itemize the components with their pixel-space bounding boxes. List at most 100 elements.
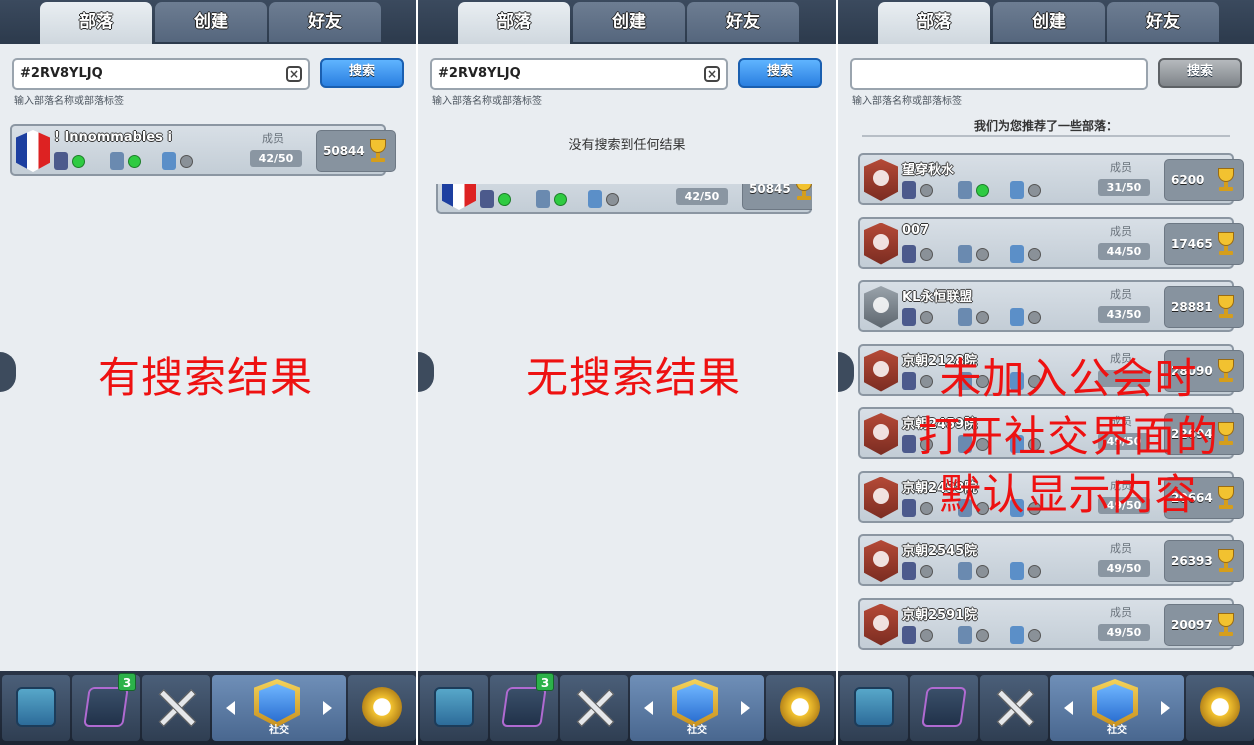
- clan-badge-icon: [864, 286, 898, 328]
- clan-name: ! Innommables i: [54, 130, 172, 145]
- bottom-nav: 3 社交: [0, 671, 416, 745]
- clan-badge-icon: [864, 349, 898, 392]
- clan-badge-icon: [16, 130, 50, 172]
- bottom-nav: 3 社交: [418, 671, 836, 745]
- side-handle[interactable]: [418, 352, 434, 392]
- trophy-count: 17465: [1171, 236, 1213, 251]
- clan-card[interactable]: 京朝2545院 成员 49/50 26393: [858, 534, 1244, 586]
- status-dot-icon: [976, 628, 989, 642]
- status-dot-icon: [976, 565, 989, 578]
- search-button[interactable]: 搜索: [738, 58, 822, 88]
- tab-friends[interactable]: 好友: [269, 2, 381, 42]
- clan-card[interactable]: KL永恒联盟 成员 43/50 28881: [858, 280, 1244, 332]
- search-input[interactable]: [850, 58, 1148, 90]
- side-handle[interactable]: [0, 352, 16, 392]
- nav-battle[interactable]: [980, 675, 1048, 741]
- members-label: 成员: [1110, 542, 1132, 555]
- arrow-right-icon[interactable]: [1161, 701, 1170, 715]
- war-icon: [902, 435, 916, 453]
- cards-icon: [958, 562, 972, 580]
- search-hint: 输入部落名称或部落标签: [14, 96, 124, 107]
- nav-cards[interactable]: 3: [490, 673, 558, 741]
- nav-social-label: 社交: [269, 725, 289, 736]
- nav-profile[interactable]: [1186, 675, 1254, 741]
- clear-icon[interactable]: ×: [286, 66, 302, 82]
- tab-tribe[interactable]: 部落: [458, 2, 570, 44]
- nav-social[interactable]: 社交: [1050, 675, 1184, 741]
- no-result-text: 没有搜索到任何结果: [568, 138, 686, 153]
- arrow-left-icon[interactable]: [1064, 701, 1073, 715]
- trophy-box: 50844: [316, 130, 396, 172]
- chest-icon: [854, 687, 894, 727]
- arrow-right-icon[interactable]: [323, 701, 332, 715]
- nav-social[interactable]: 社交: [212, 675, 346, 741]
- tab-create[interactable]: 创建: [573, 2, 685, 42]
- trophy-box: 6200: [1164, 159, 1244, 201]
- clear-icon[interactable]: ×: [704, 66, 720, 82]
- nav-battle[interactable]: [142, 675, 210, 741]
- nav-events[interactable]: [766, 675, 834, 741]
- clan-badge-icon: [864, 540, 898, 582]
- tab-tribe[interactable]: 部落: [878, 2, 990, 44]
- cards-icon: [958, 308, 972, 326]
- annotation-caption: 有搜索结果: [98, 353, 314, 402]
- side-handle[interactable]: [838, 352, 854, 392]
- nav-battle[interactable]: [560, 675, 628, 741]
- arrow-right-icon[interactable]: [741, 701, 750, 715]
- nav-cards[interactable]: 3: [72, 673, 140, 741]
- clan-card[interactable]: 望穿秋水 成员 31/50 6200: [858, 153, 1244, 205]
- members-count: 49/50: [1098, 623, 1150, 641]
- tab-create[interactable]: 创建: [155, 2, 267, 42]
- arrow-left-icon[interactable]: [644, 701, 653, 715]
- tab-friends[interactable]: 好友: [687, 2, 799, 42]
- clan-card[interactable]: 京朝2591院 成员 49/50 20097: [858, 597, 1244, 650]
- status-dot-icon: [498, 193, 511, 206]
- swords-icon: [574, 687, 614, 727]
- clan-stats-icons: [902, 625, 1062, 646]
- clan-card[interactable]: 007 成员 44/50 17465: [858, 216, 1244, 269]
- clan-name: 007: [902, 222, 930, 238]
- nav-shop[interactable]: [840, 675, 908, 741]
- bottom-nav: 社交: [838, 671, 1254, 745]
- arrow-left-icon[interactable]: [226, 701, 235, 715]
- nav-shop[interactable]: [2, 675, 70, 741]
- status-dot-icon: [920, 311, 933, 324]
- trophy-box: 50845: [742, 184, 812, 210]
- members-count: 43/50: [1098, 306, 1150, 323]
- search-hint: 输入部落名称或部落标签: [852, 96, 962, 107]
- clan-badge-icon: [864, 222, 898, 265]
- nav-cards[interactable]: [910, 675, 978, 741]
- search-button[interactable]: 搜索: [320, 58, 404, 88]
- members-count: 42/50: [676, 188, 728, 205]
- search-input[interactable]: #2RV8YLJQ ×: [430, 58, 728, 90]
- members-label: 成员: [1110, 224, 1132, 238]
- members-label: 成员: [262, 132, 284, 145]
- trophy-icon: [1215, 549, 1237, 573]
- search-input[interactable]: #2RV8YLJQ ×: [12, 58, 310, 90]
- members-count: 44/50: [1098, 242, 1150, 260]
- swords-icon: [156, 687, 196, 727]
- trophy-count: 20097: [1171, 617, 1213, 632]
- war-icon: [480, 190, 494, 208]
- status-dot-icon: [976, 247, 989, 261]
- status-dot-icon: [920, 184, 933, 197]
- nav-events[interactable]: [348, 675, 416, 741]
- search-button[interactable]: 搜索: [1158, 58, 1242, 88]
- clan-name: 望穿秋水: [902, 163, 955, 178]
- chest-icon: [16, 687, 56, 727]
- cards-icon: [83, 687, 129, 727]
- tab-tribe[interactable]: 部落: [40, 2, 152, 44]
- clan-badge-icon: [864, 159, 898, 201]
- members-label: 成员: [1110, 288, 1132, 301]
- status-dot-icon: [1028, 247, 1041, 261]
- clan-card[interactable]: 42/50 50845: [436, 184, 812, 214]
- trophy-count: 50844: [323, 144, 365, 158]
- trophy-icon: [1215, 231, 1237, 256]
- tab-create[interactable]: 创建: [993, 2, 1105, 42]
- tab-friends[interactable]: 好友: [1107, 2, 1219, 42]
- nav-social[interactable]: 社交: [630, 675, 764, 741]
- war-icon: [902, 498, 916, 517]
- nav-shop[interactable]: [420, 675, 488, 741]
- annotation-caption: 未加入公会时 打开社交界面的 默认显示内容: [918, 350, 1219, 524]
- clan-card[interactable]: ! Innommables i 成员 42/50 50844: [10, 124, 396, 176]
